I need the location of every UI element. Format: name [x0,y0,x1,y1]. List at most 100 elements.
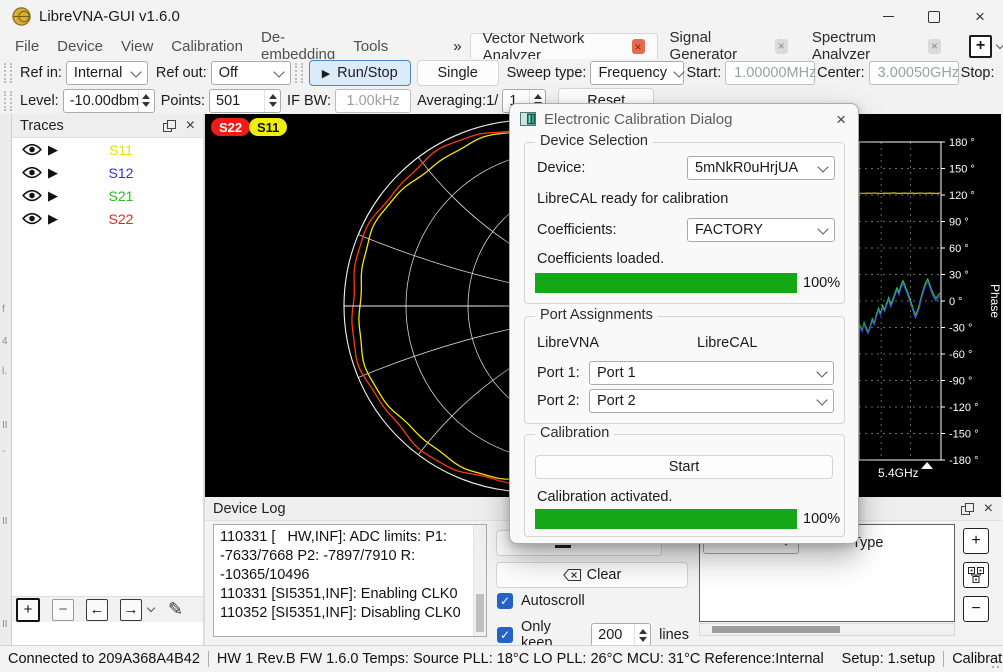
trace-play-icon[interactable]: ▶ [48,188,72,204]
increment-icon[interactable] [269,94,277,99]
trace-play-icon[interactable]: ▶ [48,165,72,181]
trace-badge-s22[interactable]: S22 [211,118,250,136]
keep-lines-checkbox[interactable]: ✓ [497,627,513,643]
chevron-down-icon [816,394,827,405]
trace-visibility-eye-icon[interactable] [22,212,48,225]
averaging-label: Averaging:1/ [417,93,498,109]
float-panel-icon[interactable] [163,120,176,132]
dialog-titlebar[interactable]: Electronic Calibration Dialog × [510,104,858,134]
trace-label[interactable]: S21 [86,188,156,204]
tab-close-icon[interactable]: × [775,39,788,54]
float-panel-icon[interactable] [961,503,974,515]
sweep-type-select[interactable]: Frequency [590,61,684,85]
port2-select[interactable]: Port 2 [589,389,834,413]
trace-label[interactable]: S12 [86,165,156,181]
device-select[interactable]: 5mNkR0uHrjUA [687,156,835,180]
svg-text:-30 °: -30 ° [949,323,972,335]
markers-hscrollbar-thumb[interactable] [712,626,840,633]
tab-close-icon[interactable]: × [632,39,645,54]
menu-item-device[interactable]: Device [48,38,112,55]
markers-hscrollbar[interactable] [699,623,955,636]
ref-in-select[interactable]: Internal [66,61,148,85]
menu-overflow-button[interactable]: » [453,33,461,59]
decrement-icon[interactable] [142,102,150,107]
librecal-icon [520,112,536,126]
add-tab-button[interactable]: + [969,33,1003,59]
tab-vector-network-analyzer[interactable]: Vector Network Analyzer× [470,33,658,59]
menu-item-tools[interactable]: Tools [344,38,397,55]
tab-close-icon[interactable]: × [928,39,941,54]
trace-badge-s11[interactable]: S11 [249,118,287,136]
center-frequency-field[interactable]: 3.00050GHz [869,61,959,85]
start-calibration-button[interactable]: Start [535,455,833,479]
trace-visibility-eye-icon[interactable] [22,189,48,202]
toolbar-handle[interactable] [4,91,12,111]
phase-plot[interactable]: 180 °150 °120 °90 °60 °30 °0 °-30 °-60 °… [855,114,1001,497]
toolbar-handle[interactable] [4,63,12,83]
resize-grip[interactable] [987,656,999,668]
trace-play-icon[interactable]: ▶ [48,142,72,158]
port1-select[interactable]: Port 1 [589,361,834,385]
trace-label[interactable]: S22 [86,211,156,227]
keep-lines-stepper[interactable]: 200 [591,623,651,647]
clear-log-button[interactable]: Clear [496,562,688,588]
add-trace-button[interactable]: + [16,598,40,622]
trace-row-s21[interactable]: ▶ S21 [12,184,203,207]
autoscroll-row: ✓ Autoscroll [497,593,585,609]
status-separator [208,651,209,667]
log-line: 110331 [ HW,INF]: ADC limits: P1: -7633/… [220,528,466,585]
remove-marker-button[interactable]: − [963,596,989,622]
tab-signal-generator[interactable]: Signal Generator× [658,33,800,59]
traces-panel-title: Traces [20,118,64,134]
trace-play-icon[interactable]: ▶ [48,211,72,227]
close-button[interactable]: × [957,0,1003,33]
tab-spectrum-analyzer[interactable]: Spectrum Analyzer× [800,33,953,59]
increment-icon[interactable] [142,94,150,99]
add-tab-plus-icon: + [969,35,992,58]
dialog-close-icon[interactable]: × [836,110,846,130]
toolbar-handle[interactable] [295,63,303,83]
close-panel-icon[interactable]: × [984,501,993,517]
points-stepper[interactable]: 501 [209,89,281,113]
autoscroll-checkbox[interactable]: ✓ [497,593,513,609]
coefficients-select[interactable]: FACTORY [687,218,835,242]
edit-trace-button[interactable]: ✎ [168,599,183,620]
export-traces-button-chevron-icon[interactable] [147,604,155,612]
trace-row-s11[interactable]: ▶ S11 [12,138,203,161]
trace-list: ▶ S11 ▶ S12 ▶ S21 ▶ S22 [12,138,203,230]
chevron-down-icon [817,223,828,234]
close-panel-icon[interactable]: × [186,118,195,134]
log-scrollbar-thumb[interactable] [476,594,484,632]
decrement-icon[interactable] [639,637,647,642]
remove-trace-button[interactable]: − [52,599,74,621]
marker-group-button[interactable] [963,562,989,588]
increment-icon[interactable] [639,629,647,634]
trace-row-s22[interactable]: ▶ S22 [12,207,203,230]
menu-item-view[interactable]: View [112,38,162,55]
device-log-view[interactable]: 110331 [ HW,INF]: ADC limits: P1: -7633/… [213,524,487,637]
start-frequency-field[interactable]: 1.00000MHz [725,61,815,85]
run-stop-button[interactable]: ▶Run/Stop [309,60,411,86]
level-stepper[interactable]: -10.00dbm [63,89,155,113]
trace-visibility-eye-icon[interactable] [22,143,48,156]
single-button[interactable]: Single [417,60,499,86]
ref-out-select[interactable]: Off [211,61,291,85]
trace-visibility-eye-icon[interactable] [22,166,48,179]
points-value: 501 [210,90,264,112]
trace-row-s12[interactable]: ▶ S12 [12,161,203,184]
import-traces-button[interactable]: ← [86,599,108,621]
increment-icon[interactable] [534,94,542,99]
add-marker-button[interactable]: + [963,528,989,554]
traces-panel-titlebar: Traces × [12,114,203,138]
add-tab-chevron-icon [996,40,1003,48]
menu-item-calibration[interactable]: Calibration [162,38,252,55]
log-scrollbar[interactable] [473,525,486,636]
chevron-down-icon [673,66,684,77]
menu-item-de-embedding[interactable]: De-embedding [252,29,344,63]
electronic-calibration-dialog: Electronic Calibration Dialog × Device S… [509,103,859,544]
trace-label[interactable]: S11 [86,142,156,158]
menu-item-file[interactable]: File [6,38,48,55]
ifbw-field[interactable]: 1.00kHz [335,89,411,113]
export-traces-button[interactable]: → [120,599,142,621]
decrement-icon[interactable] [269,102,277,107]
